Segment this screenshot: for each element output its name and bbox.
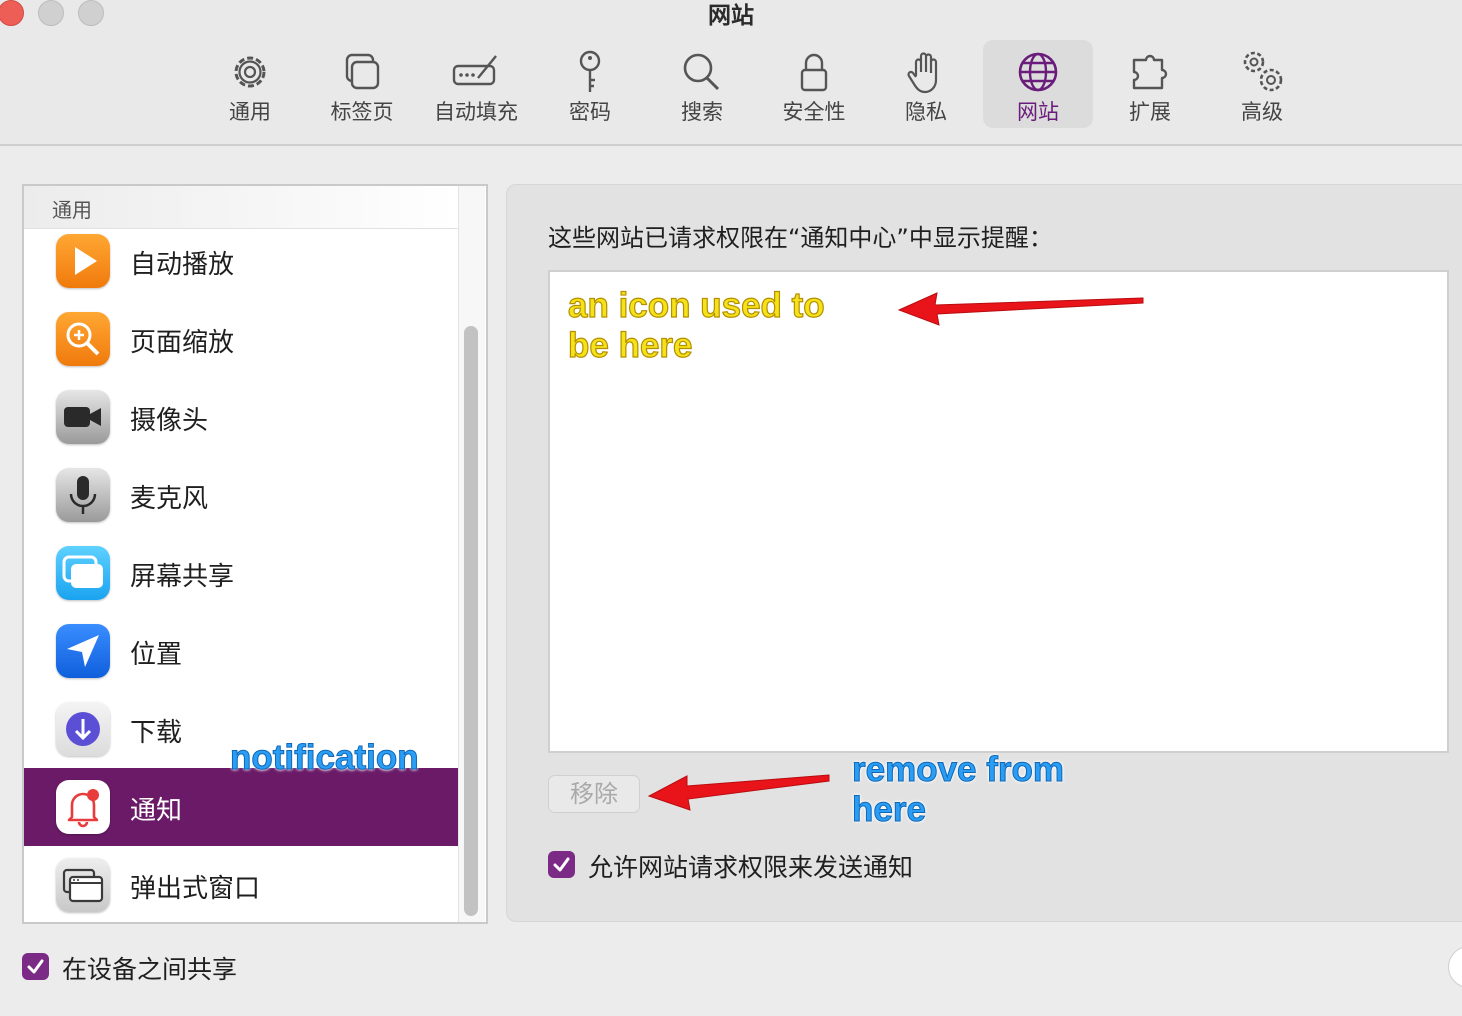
help-button[interactable] [1448, 946, 1462, 988]
notifications-description: 这些网站已请求权限在“通知中心”中显示提醒： [548, 224, 1053, 252]
sidebar-item-label: 自动播放 [130, 250, 235, 280]
toolbar-tab-label: 隐私 [905, 100, 947, 124]
sidebar-item-label: 麦克风 [130, 484, 209, 514]
toolbar-tab-label: 密码 [569, 100, 611, 124]
camera-icon [56, 390, 110, 444]
sidebar-item-microphone[interactable]: 麦克风 [24, 456, 458, 534]
sidebar-item-screen-sharing[interactable]: 屏幕共享 [24, 534, 458, 612]
sidebar-item-camera[interactable]: 摄像头 [24, 378, 458, 456]
sidebar-item-autoplay[interactable]: 自动播放 [24, 222, 458, 300]
screen-share-icon [56, 546, 110, 600]
checkmark-icon [27, 959, 44, 974]
annotation-remove-note: remove from here [852, 750, 1065, 830]
websites-sidebar-list: 通用 自动播放 页面缩放 摄像头 麦克风 屏幕共享 位置 下载 通知 弹出式窗口 [22, 184, 488, 924]
sidebar-item-label: 摄像头 [130, 406, 209, 436]
popup-window-icon [56, 858, 110, 912]
toolbar-tab-autofill[interactable]: 自动填充 [421, 40, 531, 128]
microphone-icon [56, 468, 110, 522]
location-icon [56, 624, 110, 678]
sidebar-item-label: 位置 [130, 640, 183, 670]
sidebar-item-page-zoom[interactable]: 页面缩放 [24, 300, 458, 378]
autofill-icon [452, 55, 497, 86]
sidebar-scrollbar-thumb[interactable] [464, 326, 478, 916]
preferences-toolbar: 网站 通用 标签页 自动填充 密码 搜索 安全性 隐私 网站 扩展 高级 [0, 0, 1462, 146]
toolbar-tab-search[interactable]: 搜索 [647, 40, 757, 128]
allow-notification-requests-checkbox[interactable] [548, 851, 575, 878]
toolbar-tab-privacy[interactable]: 隐私 [871, 40, 981, 128]
sidebar-item-location[interactable]: 位置 [24, 612, 458, 690]
toolbar-tab-tabs[interactable]: 标签页 [307, 40, 417, 128]
toolbar-tab-label: 网站 [1017, 100, 1059, 124]
checkmark-icon [553, 857, 570, 872]
zoom-icon [56, 312, 110, 366]
puzzle-icon [1132, 54, 1168, 90]
magnifier-icon [683, 53, 720, 91]
toolbar-tab-label: 通用 [229, 100, 271, 124]
sidebar-item-label: 屏幕共享 [130, 562, 235, 592]
play-icon [56, 234, 110, 288]
sidebar-section-title: 通用 [52, 198, 92, 222]
remove-button[interactable]: 移除 [548, 775, 640, 813]
tabs-icon [345, 53, 380, 90]
sidebar-item-notifications[interactable]: 通知 [24, 768, 458, 846]
hand-icon [907, 52, 938, 94]
toolbar-tab-label: 高级 [1241, 100, 1283, 124]
annotation-arrow-icon [897, 292, 1144, 326]
download-icon [56, 702, 110, 756]
annotation-icon-note: an icon used to be here [567, 285, 825, 365]
gear-icon [234, 56, 266, 88]
toolbar-tab-passwords[interactable]: 密码 [535, 40, 645, 128]
sidebar-item-label: 弹出式窗口 [130, 874, 261, 904]
bell-icon [56, 780, 110, 834]
sidebar-item-popup-windows[interactable]: 弹出式窗口 [24, 846, 458, 922]
annotation-notification-note: notification [230, 738, 420, 778]
toolbar-tab-websites[interactable]: 网站 [983, 40, 1093, 128]
toolbar-tab-extensions[interactable]: 扩展 [1095, 40, 1205, 128]
key-icon [579, 50, 601, 92]
share-across-devices-label: 在设备之间共享 [62, 955, 238, 984]
toolbar-tab-advanced[interactable]: 高级 [1207, 40, 1317, 128]
toolbar-tab-label: 自动填充 [434, 100, 518, 124]
share-across-devices-checkbox[interactable] [22, 953, 49, 980]
window-title: 网站 [708, 3, 754, 29]
toolbar-tab-security[interactable]: 安全性 [759, 40, 869, 128]
allow-notification-requests-label: 允许网站请求权限来发送通知 [588, 853, 914, 882]
sidebar-item-label: 页面缩放 [130, 328, 235, 358]
toolbar-tab-label: 扩展 [1129, 100, 1171, 124]
toolbar-tab-label: 标签页 [330, 100, 394, 124]
annotation-arrow-icon [647, 774, 830, 811]
lock-icon [800, 53, 828, 92]
gears-icon [1243, 51, 1283, 92]
toolbar-tab-label: 安全性 [782, 100, 846, 124]
globe-icon [1018, 52, 1058, 92]
toolbar-tab-general[interactable]: 通用 [195, 40, 305, 128]
sidebar-item-label: 通知 [130, 796, 183, 826]
sidebar-item-label: 下载 [130, 718, 183, 748]
toolbar-tab-label: 搜索 [681, 100, 723, 124]
